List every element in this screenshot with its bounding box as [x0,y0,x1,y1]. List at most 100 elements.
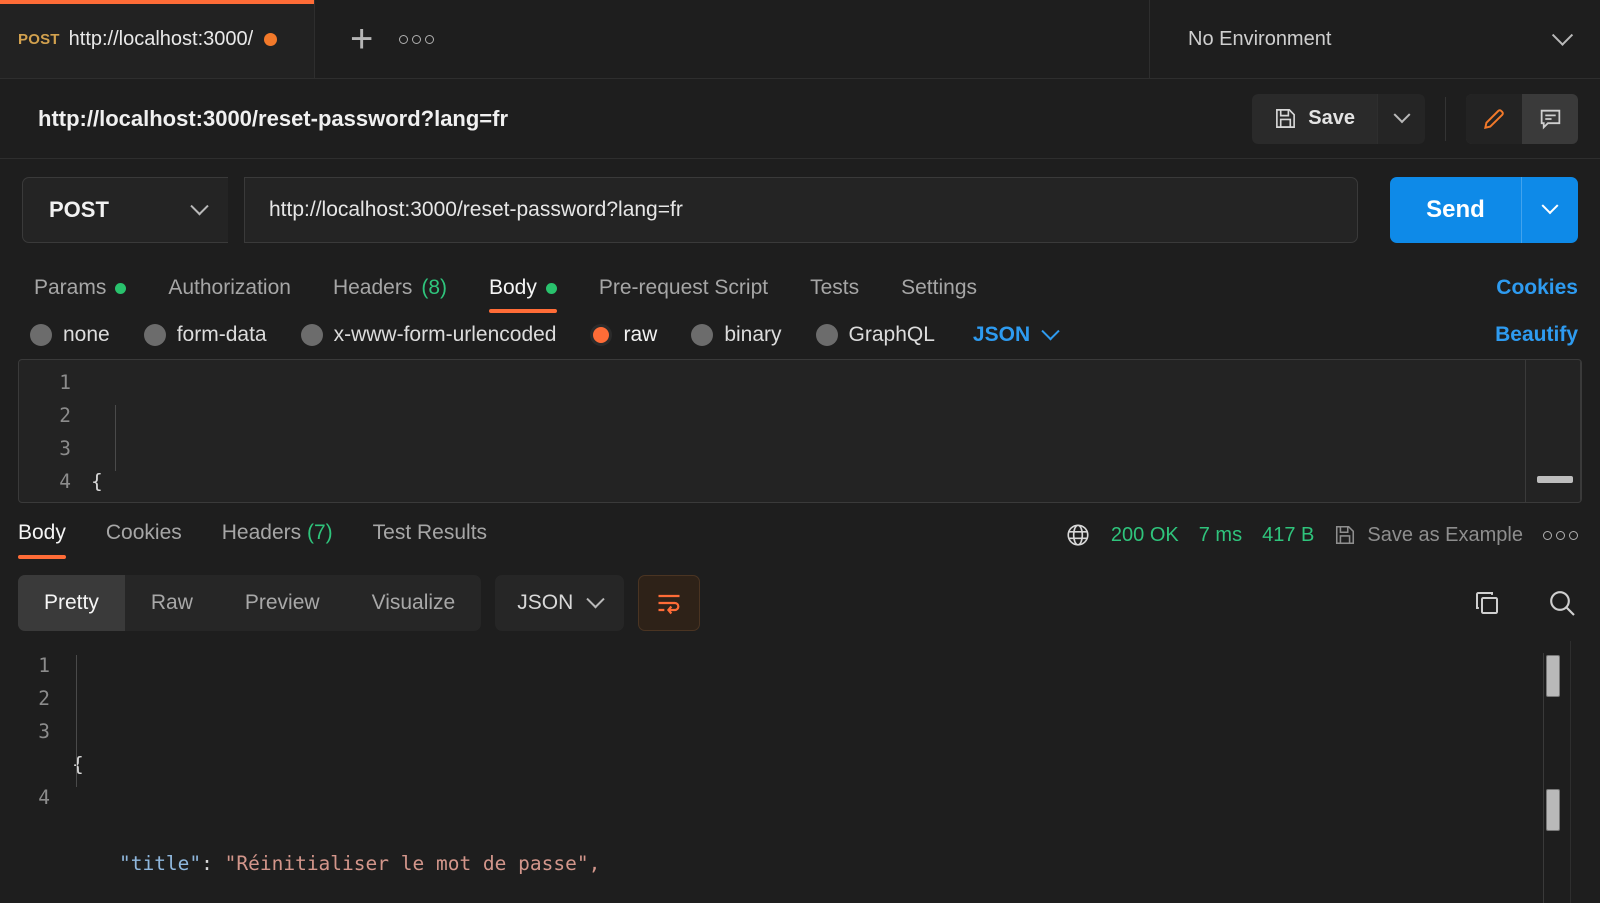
save-options-button[interactable] [1377,94,1425,144]
radio-label: GraphQL [849,323,935,347]
body-mode-raw[interactable]: raw [590,323,657,347]
response-tab-body[interactable]: Body [18,521,66,559]
tab-label: Tests [810,276,859,300]
body-language-value: JSON [973,323,1030,347]
code-lines: { "title": "Réinitialiser le mot de pass… [72,649,1600,903]
response-tab-test-results[interactable]: Test Results [373,521,487,559]
copy-icon [1472,588,1502,618]
divider [1445,97,1446,141]
chevron-down-icon [587,590,605,608]
line-number: 2 [19,399,71,432]
url-bar: POST http://localhost:3000/reset-passwor… [0,159,1600,257]
body-language-select[interactable]: JSON [973,323,1057,347]
view-mode-pretty[interactable]: Pretty [18,575,125,631]
new-tab-button[interactable]: + [350,19,373,59]
tab-label: Headers [222,521,301,544]
send-button[interactable]: Send [1390,177,1578,243]
indent-guide [76,655,77,787]
request-body-editor[interactable]: 1 2 3 4 { ····"username":·"Moyinoluwa", … [18,359,1582,503]
word-wrap-button[interactable] [638,575,700,631]
tab-headers[interactable]: Headers (8) [333,276,447,313]
tab-label: Settings [901,276,977,300]
chevron-down-icon [1041,322,1059,340]
http-method-select[interactable]: POST [22,177,228,243]
tab-label: Headers [333,276,412,300]
scrollbar-track [1543,653,1544,903]
view-mode-visualize[interactable]: Visualize [346,575,482,631]
vertical-scrollbar-thumb-bottom[interactable] [1546,789,1560,831]
tab-bar: POST http://localhost:3000/ + No Environ… [0,0,1600,79]
radio-label: form-data [177,323,267,347]
environment-selector[interactable]: No Environment [1150,0,1600,78]
indicator-dot-icon [546,283,557,294]
tab-method-label: POST [18,31,60,48]
radio-label: x-www-form-urlencoded [334,323,557,347]
request-code: 1 2 3 4 { ····"username":·"Moyinoluwa", … [19,360,1581,503]
tab-label: Test Results [373,521,487,544]
tab-tests[interactable]: Tests [810,276,859,313]
response-line-2: "title": "Réinitialiser le mot de passe"… [72,847,1600,880]
right-rail [1570,641,1600,903]
radio-selected-icon [590,324,612,346]
response-actions [1472,587,1578,619]
body-mode-graphql[interactable]: GraphQL [816,323,935,347]
save-button[interactable]: Save [1252,94,1377,144]
ellipsis-icon[interactable] [399,35,434,44]
tab-label: Cookies [106,521,182,544]
response-format-select[interactable]: JSON [495,575,624,631]
view-toggle-group [1466,94,1578,144]
line-number: 1 [0,649,50,682]
response-tab-headers[interactable]: Headers (7) [222,521,333,559]
indicator-dot-icon [115,283,126,294]
view-mode-raw[interactable]: Raw [125,575,219,631]
response-size: 417 B [1262,524,1314,547]
comment-button[interactable] [1522,94,1578,144]
save-group: Save [1252,94,1425,144]
body-mode-urlencoded[interactable]: x-www-form-urlencoded [301,323,557,347]
tab-pre-request-script[interactable]: Pre-request Script [599,276,768,313]
request-tab[interactable]: POST http://localhost:3000/ [0,0,315,78]
environment-label: No Environment [1188,28,1331,51]
url-input[interactable]: http://localhost:3000/reset-password?lan… [244,177,1358,243]
http-method-value: POST [49,197,109,223]
copy-button[interactable] [1472,588,1502,618]
tab-authorization[interactable]: Authorization [168,276,291,313]
response-view-controls: Pretty Raw Preview Visualize JSON [0,569,1600,641]
tab-params[interactable]: Params [34,276,126,313]
send-options-button[interactable] [1522,204,1578,216]
line-number: 4 [19,465,71,498]
view-mode-preview[interactable]: Preview [219,575,346,631]
floppy-disk-icon [1274,107,1297,130]
body-mode-form-data[interactable]: form-data [144,323,267,347]
postman-app: POST http://localhost:3000/ + No Environ… [0,0,1600,903]
tab-label: Pre-request Script [599,276,768,300]
search-button[interactable] [1546,587,1578,619]
radio-label: binary [724,323,781,347]
save-as-example-button[interactable]: Save as Example [1334,524,1523,547]
horizontal-scrollbar[interactable] [1537,476,1573,483]
cookies-link[interactable]: Cookies [1496,276,1578,313]
tab-body[interactable]: Body [489,276,557,313]
vertical-scrollbar-thumb-top[interactable] [1546,655,1560,697]
chevron-down-icon [1542,197,1559,214]
active-tab-indicator [0,0,314,4]
response-body-viewer[interactable]: 1 2 3 4 { "title": "Réinitialiser le mot… [0,641,1600,903]
body-mode-row: none form-data x-www-form-urlencoded raw… [0,313,1600,359]
body-mode-none[interactable]: none [30,323,110,347]
chevron-down-icon [1552,24,1573,45]
request-tabs: Params Authorization Headers (8) Body Pr… [0,257,1600,313]
line-number: 3 [0,715,50,748]
search-icon [1546,587,1578,619]
tab-badge: (8) [421,276,447,300]
tab-settings[interactable]: Settings [901,276,977,313]
body-mode-binary[interactable]: binary [691,323,781,347]
globe-icon [1065,522,1091,548]
tab-label: Authorization [168,276,291,300]
tab-badge: (7) [307,521,333,544]
response-time: 7 ms [1199,524,1242,547]
response-tab-cookies[interactable]: Cookies [106,521,182,559]
beautify-button[interactable]: Beautify [1495,323,1578,347]
response-status-bar: 200 OK 7 ms 417 B Save as Example [1065,522,1578,558]
response-more-button[interactable] [1543,531,1578,540]
edit-button[interactable] [1466,94,1522,144]
